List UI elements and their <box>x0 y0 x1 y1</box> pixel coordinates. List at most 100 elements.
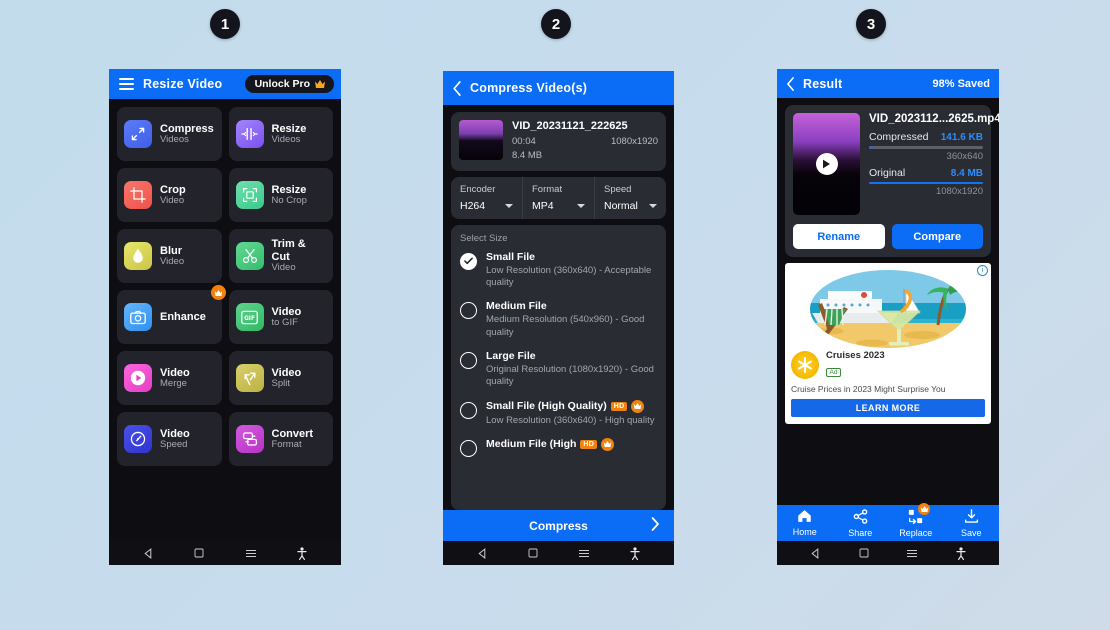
step-badge-2: 2 <box>541 9 571 39</box>
tool-tile-text: Enhance <box>160 311 206 323</box>
size-option-row[interactable]: Medium File (High HD <box>460 437 657 457</box>
chevron-down-icon[interactable] <box>649 203 657 208</box>
option-format[interactable]: Format MP4 <box>523 176 595 219</box>
radio-button[interactable] <box>460 252 477 270</box>
hamburger-icon[interactable] <box>119 78 134 90</box>
size-option-row[interactable]: Small File (High Quality) HD Low Resolutio… <box>460 399 657 427</box>
ad-description: Cruise Prices in 2023 Might Surprise You <box>791 384 946 394</box>
back-triangle-icon[interactable] <box>810 547 821 559</box>
chevron-down-icon[interactable] <box>577 203 585 208</box>
size-option-title-text: Large File <box>486 349 536 362</box>
size-option-title-text: Medium File (High <box>486 438 577 451</box>
play-icon[interactable] <box>815 153 838 175</box>
size-option-row[interactable]: Small File Low Resolution (360x640) - Acc… <box>460 251 657 290</box>
rename-button[interactable]: Rename <box>793 224 885 249</box>
tool-tile-text: Crop Video <box>160 184 186 207</box>
result-card: VID_2023112...2625.mp4 Compressed 141.6 … <box>785 105 999 257</box>
compare-button[interactable]: Compare <box>891 224 983 249</box>
unlock-pro-button[interactable]: Unlock Pro <box>244 75 334 93</box>
tool-tile-subtitle: Video <box>271 262 296 273</box>
compressed-resolution: 360x640 <box>946 150 983 162</box>
tool-tile-compress-videos[interactable]: Compress Videos <box>117 107 222 161</box>
size-option-row[interactable]: Medium File Medium Resolution (540x960) -… <box>460 300 657 339</box>
crop-icon <box>124 181 152 209</box>
pro-crown-icon <box>601 437 615 451</box>
tool-tile-text: Convert Format <box>272 428 314 451</box>
accessibility-icon[interactable] <box>630 546 640 560</box>
option-label: Format <box>532 183 563 195</box>
result-video-thumbnail[interactable] <box>793 113 860 215</box>
size-option-text: Small File (High Quality) HD Low Resolutio… <box>486 399 655 427</box>
selected-file-card[interactable]: VID_20231121_222625 00:04 1080x1920 8.4 … <box>451 112 666 171</box>
radio-button[interactable] <box>460 351 477 369</box>
tool-tile-video-merge[interactable]: Video Merge <box>117 351 222 405</box>
chevron-down-icon[interactable] <box>505 203 513 208</box>
tool-tile-video-speed[interactable]: Video Speed <box>117 412 222 466</box>
tool-tile-text: Video to GIF <box>272 306 302 329</box>
tool-tile-subtitle: Videos <box>160 133 189 145</box>
recents-lines-icon[interactable] <box>578 549 590 558</box>
bottom-nav-label: Save <box>960 527 982 538</box>
radio-button[interactable] <box>460 302 477 320</box>
tools-grid: Compress Videos Resize Videos Crop Video Resiz… <box>109 99 341 541</box>
bottom-nav-share[interactable]: Share <box>833 508 889 538</box>
bottom-nav-replace[interactable]: Replace <box>888 502 944 538</box>
tool-tile-subtitle: Video <box>160 194 185 206</box>
size-option-description: Medium Resolution (540x960) - Good quali… <box>486 314 645 338</box>
gif-icon: GIF <box>235 303 264 331</box>
radio-button[interactable] <box>460 439 477 457</box>
ad-container[interactable]: i Cruises 2023 Ad Cruise Prices in 2023 … <box>785 263 991 424</box>
home-square-icon[interactable] <box>859 548 869 558</box>
tool-tile-enhance-[interactable]: Enhance <box>117 285 226 344</box>
ad-image <box>791 268 985 350</box>
bottom-nav-save[interactable]: Save <box>944 508 1000 538</box>
home-square-icon[interactable] <box>528 548 538 558</box>
recents-lines-icon[interactable] <box>245 549 257 558</box>
size-option-title: Medium File <box>486 300 657 312</box>
hd-badge: HD <box>580 439 598 449</box>
bottom-nav-label: Share <box>848 527 873 538</box>
info-icon[interactable]: i <box>977 265 988 276</box>
camera-icon <box>124 303 152 331</box>
tool-tile-convert-format[interactable]: Convert Format <box>228 412 333 466</box>
size-option-title-text: Medium File <box>486 300 547 313</box>
size-option-row[interactable]: Large File Original Resolution (1080x1920… <box>460 350 657 389</box>
option-encoder[interactable]: Encoder H264 <box>451 176 523 219</box>
home-square-icon[interactable] <box>194 548 204 558</box>
size-option-title-text: Small File <box>486 250 536 263</box>
tool-tile-resize-no-crop[interactable]: Resize No Crop <box>228 168 333 222</box>
ad-badge: Ad <box>826 368 841 377</box>
tool-tile-crop-video[interactable]: Crop Video <box>117 168 222 222</box>
page-title-compress: Compress Video(s) <box>470 81 588 95</box>
tool-tile-title: Enhance <box>160 310 206 323</box>
back-triangle-icon[interactable] <box>477 547 488 559</box>
tool-tile-trim-cut-video[interactable]: Trim & Cut Video <box>228 229 333 283</box>
option-speed[interactable]: Speed Normal <box>595 177 666 219</box>
radio-button[interactable] <box>460 401 477 419</box>
back-triangle-icon[interactable] <box>143 547 154 559</box>
phone-screen-result: Result 98% Saved VID_2023112...2625.mp4 <box>777 69 999 565</box>
android-nav-bar-2 <box>443 541 674 565</box>
tool-tile-resize-videos[interactable]: Resize Videos <box>228 107 333 161</box>
replace-icon <box>908 502 931 526</box>
accessibility-icon[interactable] <box>297 546 307 560</box>
back-chevron-icon[interactable] <box>786 76 795 91</box>
bottom-nav-home[interactable]: Home <box>777 509 833 537</box>
ad-learn-more-button[interactable]: LEARN MORE <box>791 399 985 417</box>
tool-tile-video-split[interactable]: Video Split <box>228 351 333 405</box>
app-bar-home: Resize Video Unlock Pro <box>109 69 341 99</box>
back-chevron-icon[interactable] <box>452 80 462 96</box>
tool-tile-blur-video[interactable]: Blur Video <box>117 229 222 283</box>
tool-tile-title: Resize <box>271 183 307 196</box>
phone-screen-compress: Compress Video(s) VID_20231121_222625 00… <box>443 71 674 565</box>
tool-tile-subtitle: No Crop <box>271 194 307 206</box>
size-option-title: Small File (High Quality) HD <box>486 399 654 413</box>
compress-button[interactable]: Compress <box>443 510 674 541</box>
option-value: MP4 <box>532 199 554 212</box>
size-option-description: Low Resolution (360x640) - High quality <box>486 414 655 426</box>
tool-tile-video-to-gif[interactable]: GIF Video to GIF <box>228 290 333 344</box>
compressed-size: 141.6 KB <box>940 132 983 143</box>
share-icon <box>853 508 868 526</box>
recents-lines-icon[interactable] <box>906 549 918 558</box>
accessibility-icon[interactable] <box>956 546 966 560</box>
